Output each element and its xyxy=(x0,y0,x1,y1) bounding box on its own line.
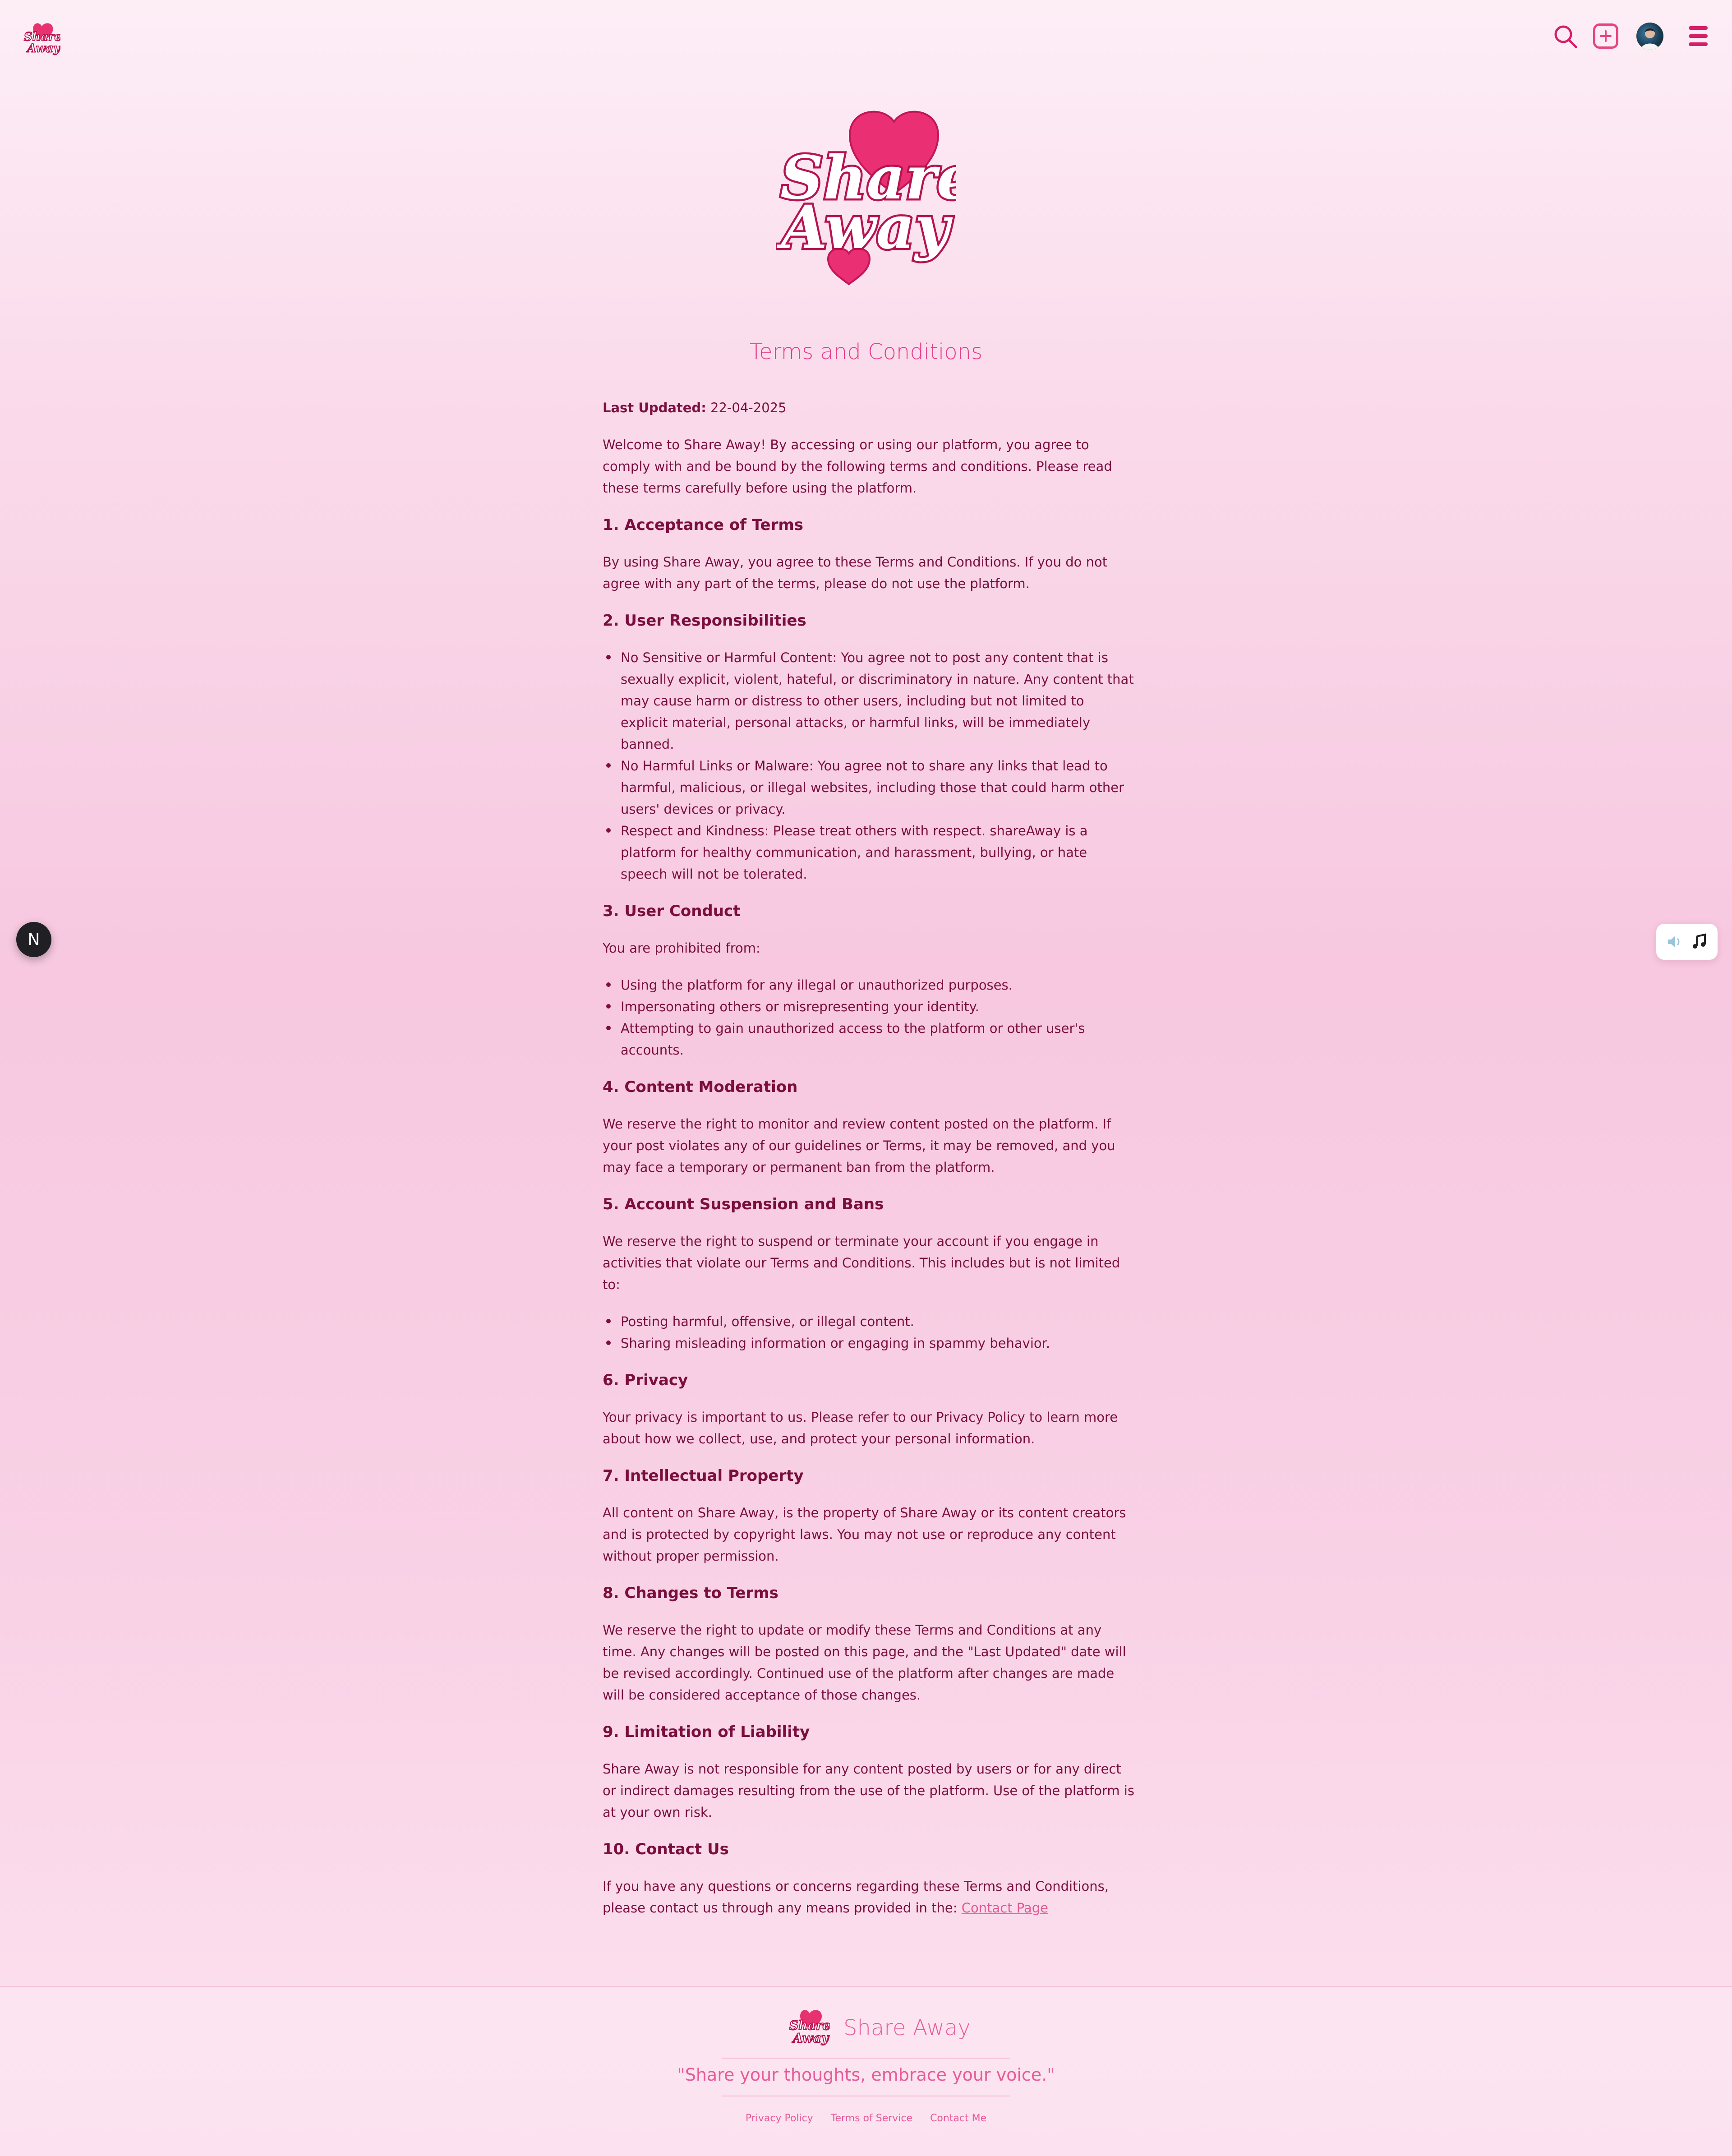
section-text: All content on Share Away, is the proper… xyxy=(603,1505,1126,1564)
section-heading: 2. User Responsibilities xyxy=(603,612,806,630)
privacy-policy-link[interactable]: Privacy Policy xyxy=(746,2113,813,2124)
section-text: We reserve the right to update or modify… xyxy=(603,1622,1126,1703)
section-heading: 10. Contact Us xyxy=(603,1840,729,1858)
section-heading: 8. Changes to Terms xyxy=(603,1584,778,1602)
svg-text:Away: Away xyxy=(776,193,953,263)
section-heading: 4. Content Moderation xyxy=(603,1078,798,1096)
avatar[interactable] xyxy=(1636,23,1663,50)
conduct-list: Using the platform for any illegal or un… xyxy=(603,974,1135,1061)
section-heading: 6. Privacy xyxy=(603,1371,688,1389)
music-icon[interactable] xyxy=(1691,933,1709,951)
search-icon[interactable] xyxy=(1552,23,1579,50)
ban-reasons-list: Posting harmful, offensive, or illegal c… xyxy=(603,1311,1135,1354)
section-heading: 3. User Conduct xyxy=(603,902,741,920)
svg-text:Away: Away xyxy=(792,2031,829,2045)
list-item: Attempting to gain unauthorized access t… xyxy=(606,1018,1135,1061)
floating-widget[interactable] xyxy=(1656,924,1718,960)
footer-brand-name: Share Away xyxy=(843,2015,971,2041)
section-heading: 1. Acceptance of Terms xyxy=(603,516,804,534)
page-title: Terms and Conditions xyxy=(749,339,983,364)
section-text: Share Away is not responsible for any co… xyxy=(603,1761,1135,1820)
footer-logo: Share Away xyxy=(789,2010,830,2046)
contact-page-link[interactable]: Contact Page xyxy=(962,1900,1048,1916)
list-item: Using the platform for any illegal or un… xyxy=(606,974,1135,996)
list-item: Respect and Kindness: Please treat other… xyxy=(606,820,1135,885)
footer-brand: Share Away Share Away xyxy=(785,2005,971,2050)
section-heading: 9. Limitation of Liability xyxy=(603,1723,810,1741)
intro-text: Welcome to Share Away! By accessing or u… xyxy=(603,437,1112,496)
list-item: No Sensitive or Harmful Content: You agr… xyxy=(606,647,1135,755)
list-item: Posting harmful, offensive, or illegal c… xyxy=(606,1311,1135,1332)
terms-content: Last Updated: 22-04-2025 Welcome to Shar… xyxy=(603,397,1135,1934)
top-navbar: Share Away xyxy=(0,0,1732,77)
contact-me-link[interactable]: Contact Me xyxy=(930,2113,986,2124)
list-item: Impersonating others or misrepresenting … xyxy=(606,996,1135,1018)
share-away-main-logo: Share Away xyxy=(776,111,956,286)
last-updated: Last Updated: 22-04-2025 xyxy=(603,400,787,415)
share-away-logo[interactable]: Share Away xyxy=(19,19,60,60)
terms-of-service-link[interactable]: Terms of Service xyxy=(831,2113,912,2124)
section-text: You are prohibited from: xyxy=(603,940,760,956)
svg-text:Away: Away xyxy=(26,42,60,55)
menu-icon[interactable] xyxy=(1689,26,1708,46)
divider xyxy=(722,2058,1010,2059)
add-post-icon[interactable] xyxy=(1593,23,1618,49)
footer-links: Privacy Policy Terms of Service Contact … xyxy=(0,2113,1732,2124)
responsibilities-list: No Sensitive or Harmful Content: You agr… xyxy=(603,647,1135,885)
nextjs-devtools-badge[interactable]: N xyxy=(16,922,51,957)
section-heading: 7. Intellectual Property xyxy=(603,1467,804,1485)
section-text: If you have any questions or concerns re… xyxy=(603,1879,1109,1916)
speaker-icon[interactable] xyxy=(1665,933,1683,951)
section-text: We reserve the right to suspend or termi… xyxy=(603,1234,1120,1292)
footer: Share Away Share Away "Share your though… xyxy=(0,1986,1732,2156)
list-item: Sharing misleading information or engagi… xyxy=(606,1332,1135,1354)
list-item: No Harmful Links or Malware: You agree n… xyxy=(606,755,1135,820)
section-text: By using Share Away, you agree to these … xyxy=(603,554,1108,591)
section-heading: 5. Account Suspension and Bans xyxy=(603,1195,884,1213)
section-text: Your privacy is important to us. Please … xyxy=(603,1410,1118,1447)
footer-tagline: "Share your thoughts, embrace your voice… xyxy=(677,2065,1055,2085)
section-text: We reserve the right to monitor and revi… xyxy=(603,1116,1115,1175)
